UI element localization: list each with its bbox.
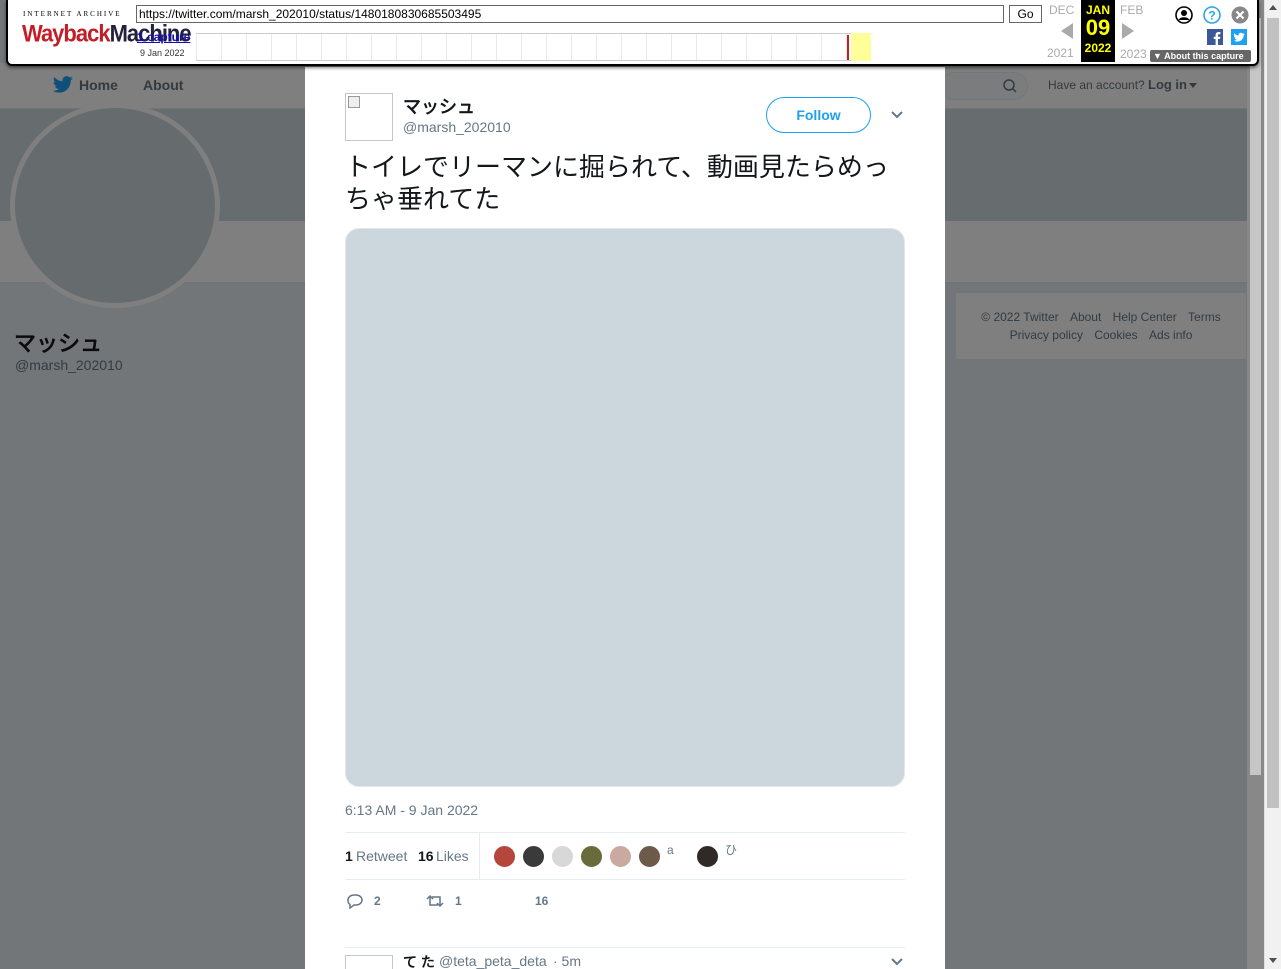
tweet-timestamp[interactable]: 6:13 AM - 9 Jan 2022 [345,802,478,818]
go-button[interactable]: Go [1009,5,1042,23]
liker-avatar[interactable] [696,845,719,868]
next-month: FEB [1120,3,1144,17]
browser-scrollbar[interactable] [1264,0,1281,969]
current-day: 09 [1085,15,1111,40]
scroll-up-icon[interactable] [1269,5,1277,10]
like-count[interactable]: 16 [418,848,434,864]
facebook-icon[interactable] [1207,29,1223,45]
tweet-stats: 1 Retweet 16 Likes a ひ [345,832,905,880]
liker-avatar[interactable] [551,845,574,868]
reply-author-name[interactable]: て た [403,952,435,969]
tweet-modal: マッシュ @marsh_202010 Follow トイレでリーマンに掘られて、… [305,67,945,969]
current-capture-date: JAN 09 2022 [1081,0,1115,62]
broken-image-icon [348,96,360,108]
tweet-actions: 2 1 16 [345,890,905,914]
retweet-action-count[interactable]: 1 [455,894,462,908]
svg-text:?: ? [1208,9,1215,23]
reply-author-handle[interactable]: @teta_peta_deta [439,953,547,969]
chevron-down-icon[interactable] [891,958,903,966]
liker-avatar-broken[interactable]: a [667,844,683,872]
prev-capture-icon [1061,23,1073,39]
like-action-count[interactable]: 16 [535,894,548,908]
reply-avatar[interactable] [345,955,393,969]
tweet-author-name[interactable]: マッシュ [403,93,475,119]
twitter-page: Home About Have an account? Log in マッシュ … [0,0,1247,969]
page-scrollbar-strip [1247,0,1264,969]
current-month-highlight [851,33,871,61]
captures-link[interactable]: 1 capture [137,30,190,44]
twitter-share-icon[interactable] [1231,29,1247,45]
capture-sparkline[interactable] [196,33,871,61]
next-capture-icon [1122,23,1134,39]
page-scroll-thumb[interactable] [1250,18,1261,775]
about-capture-button[interactable]: ▼ About this capture [1150,50,1251,62]
follow-button[interactable]: Follow [766,97,871,133]
reply-count[interactable]: 2 [374,894,381,908]
divider [479,833,480,879]
user-account-icon[interactable] [1175,6,1193,24]
tweet-media[interactable] [345,228,905,787]
tweet-author-handle[interactable]: @marsh_202010 [403,119,511,135]
reply-tweet[interactable]: て た @teta_peta_deta · 5m [345,947,905,969]
logo-wayback-text: Wayback [22,19,111,48]
capture-marker[interactable] [847,35,849,60]
help-icon[interactable]: ? [1203,6,1221,24]
like-label[interactable]: Likes [436,848,469,864]
retweet-label[interactable]: Retweet [356,848,407,864]
internet-archive-label: INTERNET ARCHIVE [23,10,122,18]
liker-avatar[interactable] [522,845,545,868]
prev-year: 2021 [1047,46,1074,60]
liker-avatar[interactable] [493,845,516,868]
reply-icon[interactable] [346,893,364,909]
close-icon[interactable] [1231,6,1249,24]
url-input[interactable]: https://twitter.com/marsh_202010/status/… [136,5,1004,23]
scroll-down-icon[interactable] [1269,958,1277,963]
liker-avatar[interactable] [609,845,632,868]
current-year: 2022 [1084,41,1112,55]
tweet-author-avatar[interactable] [345,93,393,141]
chevron-down-icon[interactable] [891,111,903,119]
tweet-text: トイレでリーマンに掘られて、動画見たらめっちゃ垂れてた [345,153,889,215]
prev-month: DEC [1049,3,1075,17]
scroll-thumb[interactable] [1267,18,1279,808]
liker-avatar-broken[interactable]: ひ [725,844,741,872]
retweet-count[interactable]: 1 [345,848,353,864]
liker-avatar[interactable] [580,845,603,868]
liker-avatar[interactable] [638,845,661,868]
reply-time[interactable]: · 5m [553,953,581,969]
wayback-toolbar: INTERNET ARCHIVE WaybackMachine https://… [6,0,1259,66]
capture-date: 9 Jan 2022 [140,48,185,58]
retweet-icon[interactable] [426,893,444,909]
next-year: 2023 [1120,47,1147,61]
